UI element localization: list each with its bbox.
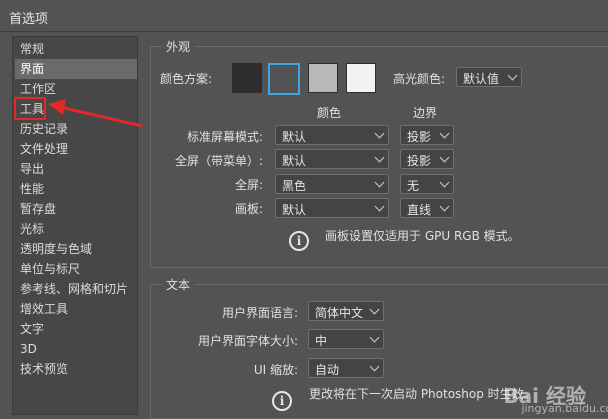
column-header-color: 颜色 — [317, 106, 342, 120]
select-value: 直线 — [407, 203, 432, 217]
select-value: 默认 — [282, 130, 307, 144]
select-value: 无 — [407, 179, 420, 193]
window-title: 首选项 — [9, 12, 49, 27]
highlight-color-value: 默认值 — [463, 72, 500, 86]
watermark-logo: Bai 经验 jingyan.baidu.com — [503, 380, 608, 415]
info-icon: i — [272, 391, 292, 411]
preferences-sidebar: 常规 界面 工作区 工具 历史记录 文件处理 导出 性能 暂存盘 光标 透明度与… — [12, 36, 138, 415]
sidebar-item-units-rulers[interactable]: 单位与标尺 — [20, 259, 80, 279]
chevron-down-icon — [507, 70, 518, 81]
chevron-down-icon — [374, 177, 385, 188]
fullscreen-with-menus-color-select[interactable]: 默认 — [275, 149, 389, 169]
title-bar: 首选项 — [0, 0, 608, 32]
text-group-title: 文本 — [162, 276, 195, 293]
select-value: 默认 — [282, 203, 307, 217]
highlight-color-select[interactable]: 默认值 — [456, 67, 522, 87]
artboard-border-select[interactable]: 直线 — [400, 198, 454, 218]
select-value: 简体中文 — [315, 306, 364, 320]
sidebar-item-performance[interactable]: 性能 — [20, 179, 44, 199]
chevron-down-icon — [374, 152, 385, 163]
chevron-down-icon — [374, 201, 385, 212]
chevron-down-icon — [439, 152, 450, 163]
sidebar-item-technology-previews[interactable]: 技术预览 — [20, 359, 68, 379]
fullscreen-border-select[interactable]: 无 — [400, 174, 454, 194]
color-scheme-swatch-dark[interactable] — [268, 63, 300, 95]
chevron-down-icon — [369, 361, 380, 372]
sidebar-item-transparency-gamut[interactable]: 透明度与色域 — [20, 239, 92, 259]
chevron-down-icon — [439, 177, 450, 188]
ui-scaling-label: UI 缩放: — [253, 363, 298, 377]
artboard-color-select[interactable]: 默认 — [275, 198, 389, 218]
chevron-down-icon — [369, 332, 380, 343]
annotation-arrow-icon — [48, 99, 143, 128]
sidebar-item-file-handling[interactable]: 文件处理 — [20, 139, 68, 159]
color-scheme-swatch-light[interactable] — [308, 63, 338, 93]
sidebar-item-scratch-disks[interactable]: 暂存盘 — [20, 199, 56, 219]
artboard-note: 画板设置仅适用于 GPU RGB 模式。 — [325, 229, 520, 243]
select-value: 投影 — [407, 154, 432, 168]
sidebar-item-3d[interactable]: 3D — [20, 339, 37, 359]
select-value: 中 — [315, 334, 328, 348]
sidebar-item-plugins[interactable]: 增效工具 — [20, 299, 68, 319]
chevron-down-icon — [439, 128, 450, 139]
select-value: 自动 — [315, 363, 340, 377]
select-value: 默认 — [282, 154, 307, 168]
sidebar-item-interface[interactable]: 界面 — [15, 59, 137, 79]
ui-font-size-select[interactable]: 中 — [308, 329, 384, 349]
sidebar-item-guides-grid-slices[interactable]: 参考线、网格和切片 — [20, 279, 128, 299]
column-header-border: 边界 — [413, 106, 438, 120]
fullscreen-color-select[interactable]: 黑色 — [275, 174, 389, 194]
ui-language-select[interactable]: 简体中文 — [308, 301, 384, 321]
fullscreen-label: 全屏: — [234, 178, 263, 192]
info-icon: i — [289, 231, 309, 251]
standard-screen-mode-border-select[interactable]: 投影 — [400, 125, 454, 145]
color-scheme-swatch-lightest[interactable] — [346, 63, 376, 93]
chevron-down-icon — [374, 128, 385, 139]
ui-font-size-label: 用户界面字体大小: — [197, 334, 298, 348]
select-value: 投影 — [407, 130, 432, 144]
sidebar-item-export[interactable]: 导出 — [20, 159, 44, 179]
restart-note: 更改将在下一次启动 Photoshop 时生效。 — [309, 387, 536, 401]
fullscreen-with-menus-border-select[interactable]: 投影 — [400, 149, 454, 169]
fullscreen-with-menus-label: 全屏（带菜单）: — [174, 154, 263, 168]
watermark-subtext: jingyan.baidu.com — [521, 402, 608, 415]
artboard-label: 画板: — [234, 202, 263, 216]
sidebar-item-cursors[interactable]: 光标 — [20, 219, 44, 239]
chevron-down-icon — [439, 201, 450, 212]
highlight-color-label: 高光颜色: — [393, 72, 446, 86]
standard-screen-mode-label: 标准屏幕模式: — [186, 130, 263, 144]
standard-screen-mode-color-select[interactable]: 默认 — [275, 125, 389, 145]
color-scheme-label: 颜色方案: — [160, 72, 213, 86]
chevron-down-icon — [369, 304, 380, 315]
ui-scaling-select[interactable]: 自动 — [308, 358, 384, 378]
color-scheme-swatch-darkest[interactable] — [232, 63, 262, 93]
ui-language-label: 用户界面语言: — [221, 306, 298, 320]
sidebar-item-type[interactable]: 文字 — [20, 319, 44, 339]
appearance-title: 外观 — [162, 38, 195, 55]
annotation-highlight-box — [14, 97, 46, 120]
sidebar-item-general[interactable]: 常规 — [20, 39, 44, 59]
select-value: 黑色 — [282, 179, 307, 193]
